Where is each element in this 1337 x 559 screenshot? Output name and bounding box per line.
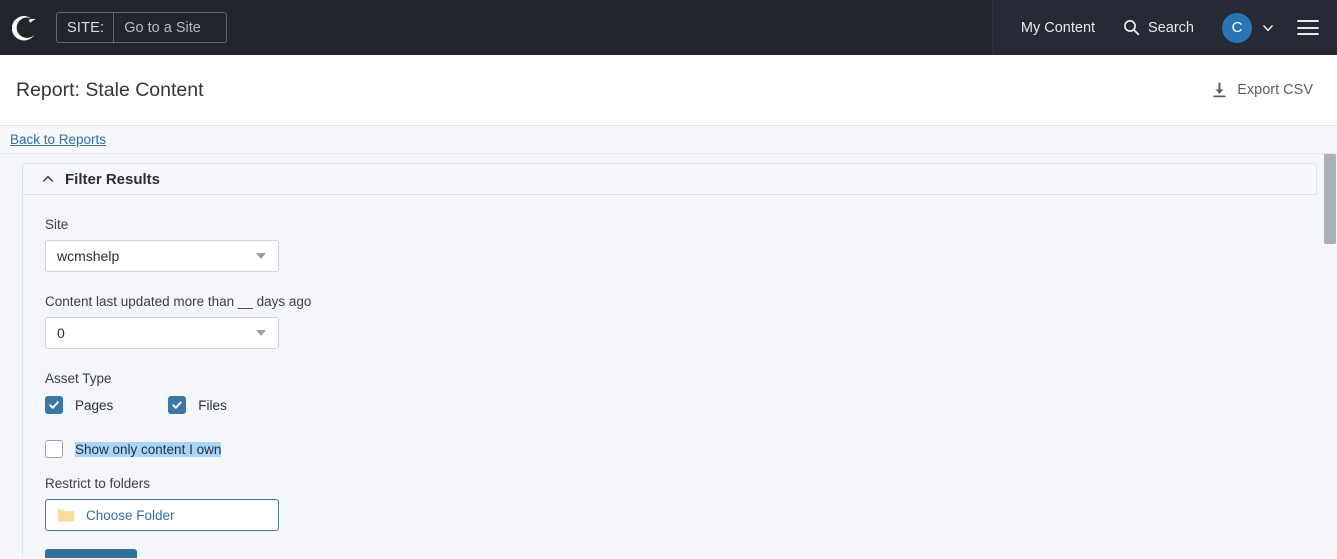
checkbox-show-only-my-content[interactable] xyxy=(45,440,63,458)
restrict-folders-group: Restrict to folders Choose Folder Apply … xyxy=(45,476,1317,558)
breadcrumb: Back to Reports xyxy=(0,126,1337,154)
back-to-reports-link[interactable]: Back to Reports xyxy=(10,132,106,147)
asset-type-group: Asset Type Pages Files xyxy=(45,371,1317,414)
folder-icon xyxy=(57,508,75,523)
chevron-up-icon[interactable] xyxy=(41,172,55,186)
avatar: C xyxy=(1222,12,1252,43)
check-icon xyxy=(49,401,59,409)
checkbox-files[interactable] xyxy=(168,396,187,414)
filter-results-header[interactable]: Filter Results xyxy=(22,163,1317,195)
user-menu[interactable]: C xyxy=(1208,0,1281,55)
page-title: Report: Stale Content xyxy=(16,78,204,101)
site-select-value: wcmshelp xyxy=(57,248,120,264)
site-selector-input[interactable]: Go to a Site xyxy=(114,13,226,42)
export-csv-button[interactable]: Export CSV xyxy=(1211,82,1313,99)
nav-search-label: Search xyxy=(1148,19,1194,36)
days-select[interactable]: 0 xyxy=(45,317,279,349)
own-content-row: Show only content I own xyxy=(45,440,1317,458)
site-selector[interactable]: SITE: Go to a Site xyxy=(56,12,228,43)
checkbox-pages[interactable] xyxy=(45,396,63,414)
days-field-label: Content last updated more than __ days a… xyxy=(45,294,312,309)
caret-down-icon xyxy=(256,253,266,259)
hamburger-menu-icon[interactable] xyxy=(1297,20,1319,35)
asset-type-options: Pages Files xyxy=(45,396,1317,414)
vertical-scrollbar[interactable] xyxy=(1322,154,1337,558)
checkbox-files-label[interactable]: Files xyxy=(198,398,227,413)
site-select[interactable]: wcmshelp xyxy=(45,240,279,272)
filter-results-body: Site wcmshelp Content last updated more … xyxy=(22,195,1317,558)
days-field-group: Content last updated more than __ days a… xyxy=(45,294,1317,349)
search-icon xyxy=(1123,19,1140,36)
restrict-folders-label: Restrict to folders xyxy=(45,476,151,491)
checkbox-show-only-my-content-label[interactable]: Show only content I own xyxy=(75,441,222,457)
nav-my-content[interactable]: My Content xyxy=(1007,0,1109,55)
check-icon xyxy=(172,401,183,409)
choose-folder-label: Choose Folder xyxy=(86,507,175,523)
own-content-group: Show only content I own xyxy=(45,440,1317,458)
site-field-label: Site xyxy=(45,217,69,232)
site-selector-label: SITE: xyxy=(57,13,115,42)
topnav-right-group: My Content Search C xyxy=(991,0,1337,55)
caret-down-icon xyxy=(256,330,266,336)
asset-type-label: Asset Type xyxy=(45,371,112,386)
download-icon xyxy=(1211,82,1228,99)
site-field-group: Site wcmshelp xyxy=(45,217,1317,272)
content-area: Filter Results Site wcmshelp Content las… xyxy=(0,154,1337,558)
scrollbar-thumb[interactable] xyxy=(1324,154,1336,244)
checkbox-pages-label[interactable]: Pages xyxy=(75,398,113,413)
page-header: Report: Stale Content Export CSV xyxy=(0,55,1337,126)
topnav-spacer xyxy=(227,0,992,55)
top-navigation-bar: SITE: Go to a Site My Content Search C xyxy=(0,0,1337,55)
crescent-moon-logo[interactable] xyxy=(12,13,42,43)
topnav-left-group: SITE: Go to a Site xyxy=(0,0,228,55)
filter-results-panel: Filter Results Site wcmshelp Content las… xyxy=(22,163,1317,558)
filter-results-title: Filter Results xyxy=(65,170,161,188)
days-select-value: 0 xyxy=(57,325,65,341)
nav-search[interactable]: Search xyxy=(1109,0,1208,55)
apply-filter-button[interactable]: Apply Filter xyxy=(45,549,137,558)
nav-my-content-label: My Content xyxy=(1020,19,1096,36)
export-csv-label: Export CSV xyxy=(1237,82,1313,98)
chevron-down-icon xyxy=(1261,21,1275,35)
choose-folder-button[interactable]: Choose Folder xyxy=(45,499,279,531)
